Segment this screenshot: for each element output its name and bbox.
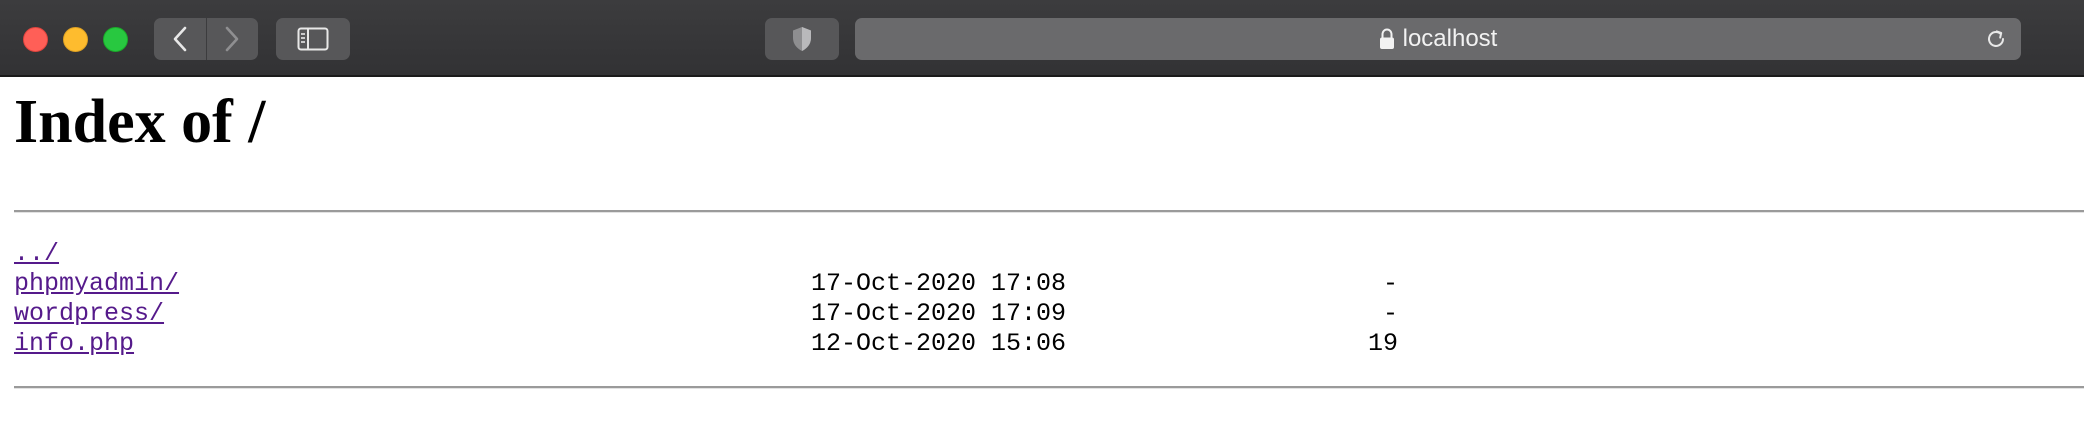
sidebar-icon [297,27,329,51]
close-window-button[interactable] [23,27,48,52]
entry-date: 12-Oct-2020 15:06 [811,329,1067,358]
entry-link[interactable]: phpmyadmin/ [14,269,179,299]
privacy-report-button[interactable] [765,18,839,60]
list-item: info.php 12-Oct-2020 15:06 19 [14,329,1514,359]
entry-link[interactable]: ../ [14,239,59,269]
entry-size: 19 [1367,329,1398,358]
page-title: Index of / [14,88,266,156]
entry-date: 17-Oct-2020 17:08 [811,269,1067,298]
address-content: localhost [855,18,2021,60]
chevron-left-icon [173,26,187,52]
entry-link[interactable]: wordpress/ [14,299,164,329]
lock-icon [1379,28,1394,49]
entry-date: 17-Oct-2020 17:09 [811,299,1067,328]
reload-button[interactable] [1983,26,2009,52]
zoom-window-button[interactable] [103,27,128,52]
top-divider [14,210,2084,213]
list-item: ../ [14,239,1514,269]
entry-size: - [1382,299,1398,328]
address-bar[interactable]: localhost [855,18,2021,60]
reload-icon [1988,30,2004,47]
address-text: localhost [1402,25,1498,52]
browser-toolbar: localhost [0,0,2084,77]
back-button[interactable] [154,18,206,60]
navigation-buttons [154,18,258,60]
entry-link[interactable]: info.php [14,329,134,359]
directory-listing: ../ phpmyadmin/ 17-Oct-2020 17:08 - word… [14,239,1514,359]
forward-button[interactable] [205,18,259,60]
entry-size: - [1382,269,1398,298]
list-item: phpmyadmin/ 17-Oct-2020 17:08 - [14,269,1514,299]
page-content: Index of / ../ phpmyadmin/ 17-Oct-2020 1… [0,79,2084,432]
chevron-right-icon [225,26,239,52]
bottom-divider [14,386,2084,389]
minimize-window-button[interactable] [63,27,88,52]
list-item: wordpress/ 17-Oct-2020 17:09 - [14,299,1514,329]
shield-icon [793,27,811,51]
sidebar-toggle-button[interactable] [276,18,350,60]
